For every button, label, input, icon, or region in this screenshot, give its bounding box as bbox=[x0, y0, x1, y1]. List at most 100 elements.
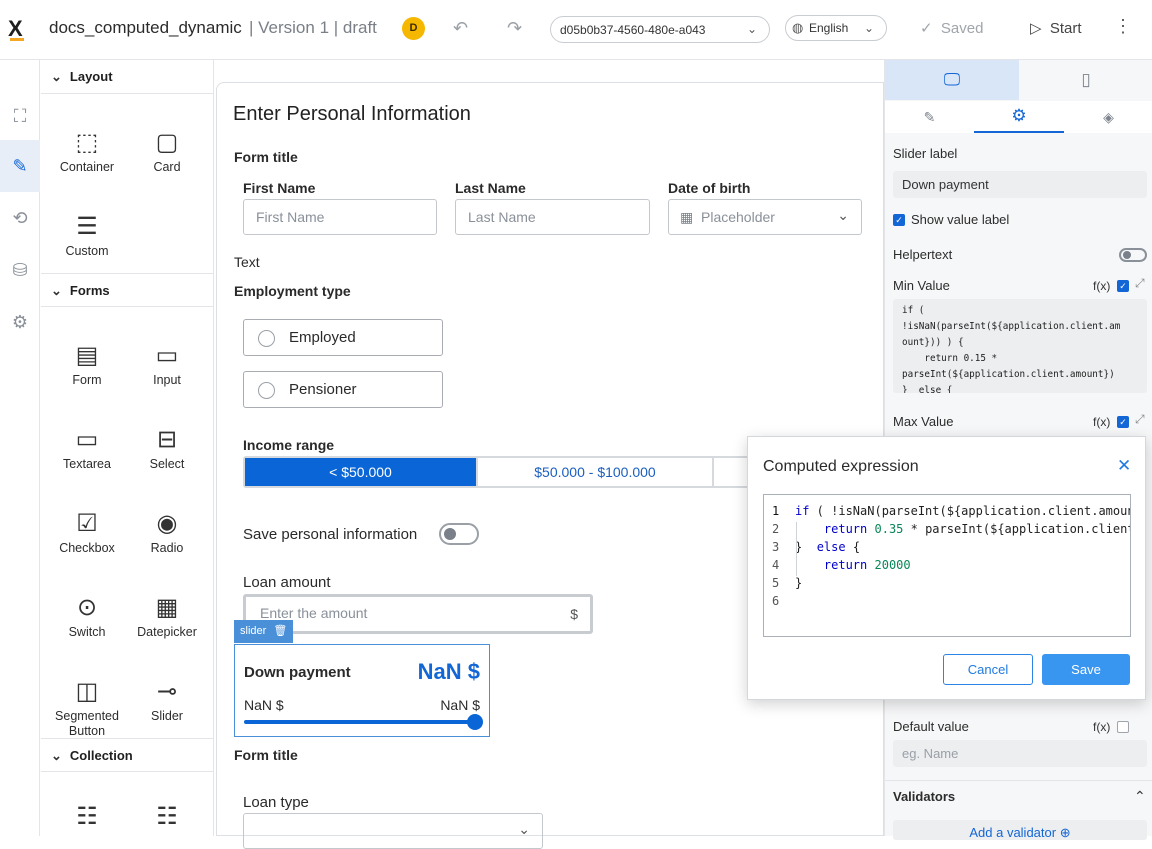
version-status: | Version 1 | draft bbox=[249, 18, 377, 37]
slider-track[interactable] bbox=[244, 720, 476, 724]
helpertext-toggle[interactable] bbox=[1119, 248, 1147, 262]
code-line: if ( !isNaN(parseInt(${application.clien… bbox=[795, 504, 1131, 518]
phone-icon: ▯ bbox=[1081, 70, 1091, 89]
tool-slider[interactable]: ⊸ Slider bbox=[127, 675, 207, 723]
more-menu-icon[interactable]: ⋮ bbox=[1114, 16, 1132, 37]
tool-datepicker[interactable]: ▦ Datepicker bbox=[127, 591, 207, 639]
slider-tag[interactable]: slider 🗑 bbox=[234, 620, 294, 643]
history-icon[interactable]: ⟲ bbox=[0, 192, 40, 244]
form-icon: ▤ bbox=[75, 342, 99, 369]
default-fx-label: f(x) bbox=[1093, 720, 1111, 734]
dob-datepicker[interactable]: ▦ Placeholder ⌄ bbox=[668, 199, 862, 235]
down-payment-slider[interactable]: Down payment NaN $ NaN $ NaN $ bbox=[234, 644, 490, 737]
tool-checkbox[interactable]: ☑ Checkbox bbox=[47, 507, 127, 555]
expand-icon[interactable]: ⤢ bbox=[1135, 276, 1145, 291]
user-avatar[interactable]: D bbox=[402, 17, 425, 40]
container-icon: ⬚ bbox=[75, 129, 99, 156]
max-fx-checkbox[interactable]: ✓ bbox=[1117, 416, 1129, 428]
radio-pensioner[interactable]: Pensioner bbox=[243, 371, 443, 408]
chevron-down-icon: ⌄ bbox=[51, 748, 62, 763]
tool-input[interactable]: ▭ Input bbox=[127, 339, 207, 387]
tool-textarea[interactable]: ▭ Textarea bbox=[47, 423, 127, 471]
tool-form[interactable]: ▤ Form bbox=[47, 339, 127, 387]
chevron-down-icon: ⌄ bbox=[746, 22, 757, 36]
language-select[interactable]: ◍ English ⌄ bbox=[785, 15, 887, 41]
section-forms[interactable]: ⌄ Forms bbox=[41, 273, 213, 307]
validators-heading: Validators bbox=[893, 789, 956, 804]
chevron-up-icon[interactable]: ⌃ bbox=[1134, 788, 1146, 805]
min-fx-checkbox[interactable]: ✓ bbox=[1117, 280, 1129, 292]
max-fx-label: f(x) bbox=[1093, 415, 1111, 429]
segment-under-50k[interactable]: < $50.000 bbox=[245, 458, 478, 486]
segment-50k-100k[interactable]: $50.000 - $100.000 bbox=[478, 458, 714, 486]
default-value-input[interactable]: eg. Name bbox=[893, 740, 1147, 767]
mobile-view-tab[interactable]: ▯ bbox=[1019, 60, 1152, 100]
income-label: Income range bbox=[243, 437, 335, 453]
line-number: 6 bbox=[772, 594, 780, 608]
input-icon: ▭ bbox=[155, 342, 179, 369]
slider-label: Down payment bbox=[244, 664, 351, 681]
first-name-input[interactable]: First Name bbox=[243, 199, 437, 235]
slider-label-input[interactable]: Down payment bbox=[893, 171, 1147, 198]
tool-custom[interactable]: ☰ Custom bbox=[47, 210, 127, 258]
gear-icon[interactable]: ⚙ bbox=[0, 296, 40, 348]
show-value-label: Show value label bbox=[911, 212, 1010, 227]
close-icon[interactable]: ✕ bbox=[1117, 456, 1131, 476]
cancel-button[interactable]: Cancel bbox=[943, 654, 1033, 685]
tool-radio[interactable]: ◉ Radio bbox=[127, 507, 207, 555]
tool-container[interactable]: ⬚ Container bbox=[47, 126, 127, 174]
tool-collection-1[interactable]: ☷ bbox=[47, 800, 127, 834]
start-button[interactable]: ▷ Start bbox=[1030, 19, 1082, 37]
app-logo[interactable]: X bbox=[8, 16, 24, 42]
save-info-label: Save personal information bbox=[243, 526, 418, 543]
database-icon[interactable]: ⛁ bbox=[0, 244, 40, 296]
form-title: Form title bbox=[234, 149, 298, 165]
line-number: 4 bbox=[772, 558, 780, 572]
tool-collection-2[interactable]: ☷ bbox=[127, 800, 207, 834]
tool-segmented-button[interactable]: ◫ Segmented Button bbox=[47, 675, 127, 739]
loan-type-select[interactable]: ⌄ bbox=[243, 813, 543, 849]
switch-icon: ⊙ bbox=[76, 594, 98, 621]
show-value-checkbox[interactable]: ✓ bbox=[893, 214, 905, 226]
desktop-view-tab[interactable]: 🖵 bbox=[885, 60, 1019, 100]
max-value-label: Max Value bbox=[893, 414, 954, 429]
section-layout[interactable]: ⌄ Layout bbox=[41, 60, 213, 94]
add-validator-button[interactable]: Add a validator ⊕ bbox=[893, 820, 1147, 840]
tab-layers[interactable]: ◈ bbox=[1064, 101, 1152, 133]
check-icon: ✓ bbox=[920, 20, 941, 37]
min-value-code[interactable]: if ( !isNaN(parseInt(${application.clien… bbox=[893, 299, 1147, 393]
pencil-icon: ✎ bbox=[923, 109, 936, 125]
radio-employed[interactable]: Employed bbox=[243, 319, 443, 356]
loan-amount-input[interactable]: Enter the amount $ bbox=[243, 594, 593, 634]
default-fx-checkbox[interactable] bbox=[1117, 721, 1129, 733]
dob-label: Date of birth bbox=[668, 180, 751, 196]
tool-switch[interactable]: ⊙ Switch bbox=[47, 591, 127, 639]
undo-icon[interactable]: ↶ bbox=[453, 18, 468, 39]
slider-thumb[interactable] bbox=[467, 714, 483, 730]
expand-icon[interactable]: ⤢ bbox=[1135, 412, 1145, 427]
switch-knob bbox=[444, 528, 456, 540]
tool-select[interactable]: ⊟ Select bbox=[127, 423, 207, 471]
last-name-input[interactable]: Last Name bbox=[455, 199, 650, 235]
brush-icon[interactable]: ✎ bbox=[0, 140, 40, 192]
chevron-down-icon: ⌄ bbox=[863, 21, 874, 35]
save-button[interactable]: Save bbox=[1042, 654, 1130, 685]
line-gutter: 1 2 3 4 5 6 bbox=[764, 495, 792, 636]
chevron-down-icon: ⌄ bbox=[518, 821, 530, 837]
component-palette: ⌄ Layout ⬚ Container ▢ Card ☰ Custom ⌄ Forms … bbox=[41, 60, 214, 836]
session-select[interactable]: d05b0b37-4560-480e-a043 ⌄ bbox=[550, 16, 770, 43]
tab-edit[interactable]: ✎ bbox=[885, 101, 974, 133]
save-info-switch[interactable] bbox=[439, 523, 479, 545]
trash-icon[interactable]: 🗑 bbox=[273, 625, 287, 637]
code-editor[interactable]: 1 2 3 4 5 6 if ( !isNaN(parseInt(${appli… bbox=[763, 494, 1131, 637]
calendar-icon: ▦ bbox=[680, 209, 694, 225]
redo-icon[interactable]: ↷ bbox=[507, 18, 522, 39]
section-collection[interactable]: ⌄ Collection bbox=[41, 738, 213, 772]
gear-icon: ⚙ bbox=[1011, 106, 1027, 125]
tool-card[interactable]: ▢ Card bbox=[127, 126, 207, 174]
top-bar: X docs_computed_dynamic | Version 1 | dr… bbox=[0, 0, 1152, 60]
tab-settings[interactable]: ⚙ bbox=[974, 101, 1064, 133]
line-number: 1 bbox=[772, 504, 780, 518]
session-id: d05b0b37-4560-480e-a043 bbox=[560, 23, 706, 37]
flow-icon[interactable]: ⛶ bbox=[0, 90, 40, 142]
